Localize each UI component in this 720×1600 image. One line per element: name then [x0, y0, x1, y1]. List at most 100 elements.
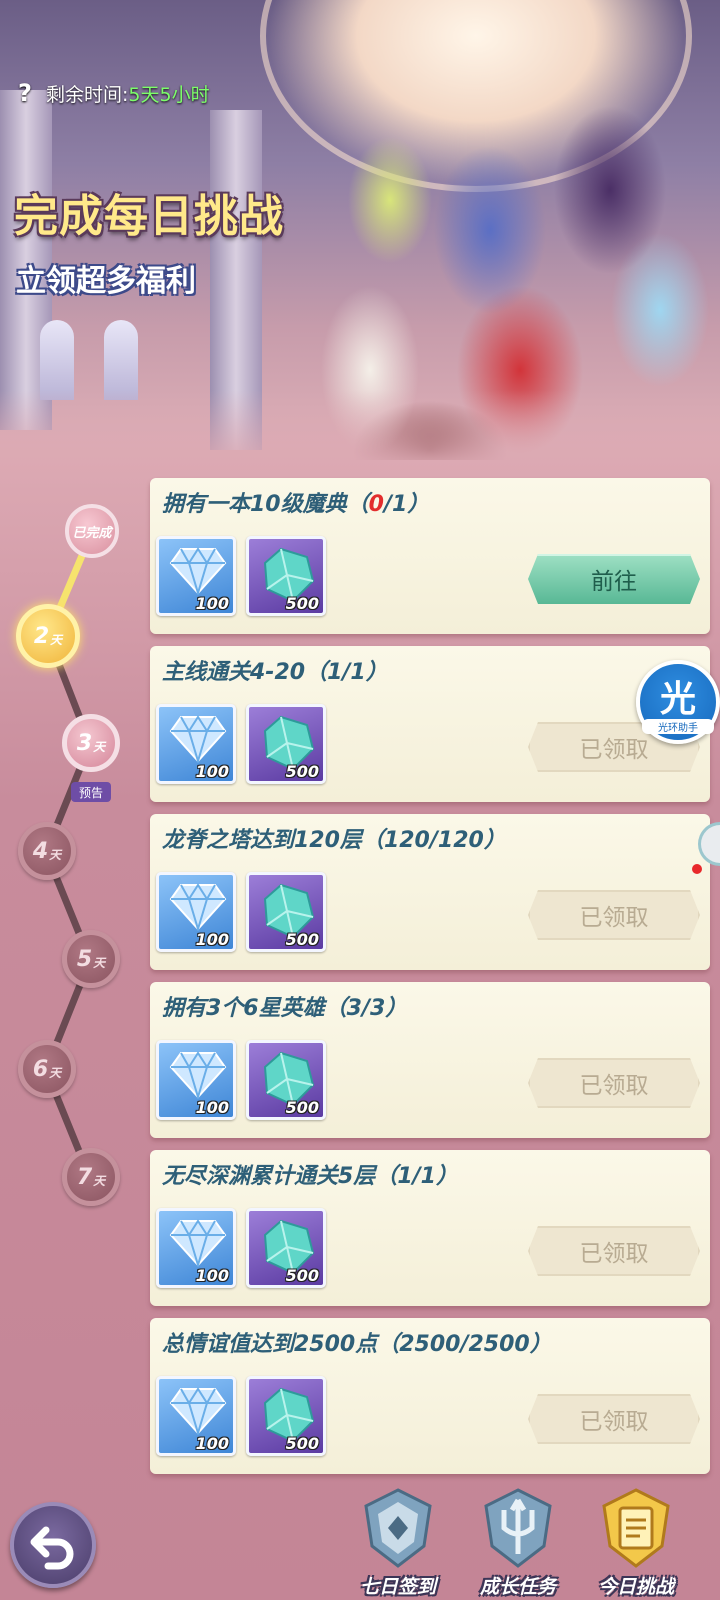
day-2-node[interactable]: 2天 [16, 604, 80, 668]
arched-window [40, 320, 74, 400]
banner-subtitle: 立领超多福利 [16, 264, 196, 299]
task-progress-total: /3） [361, 996, 408, 1021]
day-unit: 天 [50, 632, 63, 647]
crystal-reward[interactable]: 500 [246, 1040, 326, 1120]
diamond-reward[interactable]: 100 [156, 536, 236, 616]
crystal-reward[interactable]: 500 [246, 1208, 326, 1288]
halo-glyph: 光 [659, 679, 696, 720]
task-title: 总情谊值达到2500点（2500/2500） [162, 1326, 552, 1358]
task-progress-total: /120） [429, 828, 506, 853]
trident-emblem-icon [484, 1488, 552, 1568]
nav-label: 今日挑战 [597, 1576, 674, 1598]
crystal-reward[interactable]: 500 [246, 536, 326, 616]
reward-quantity: 100 [195, 1434, 229, 1453]
go-button[interactable]: 前往 [528, 554, 700, 604]
task-title: 龙脊之塔达到120层（120/120） [162, 822, 506, 854]
reward-quantity: 500 [285, 1266, 319, 1285]
reward-quantity: 500 [285, 594, 319, 613]
task-progress-current: 120 [383, 828, 430, 853]
task-title-text: 无尽深渊累计通关5层（ [162, 1164, 398, 1189]
task-title-text: 主线通关4-20（ [162, 660, 328, 685]
task-card: 龙脊之塔达到120层（120/120） 100 500 已领取 [150, 814, 710, 970]
day-number: 3 [76, 730, 93, 756]
task-progress-total: /1） [342, 660, 388, 685]
remaining-time-label: 剩余时间: [46, 83, 129, 106]
task-title-text: 拥有一本10级魔典（ [162, 492, 369, 517]
day-number: 7 [76, 1164, 93, 1190]
day-unit: 天 [49, 847, 62, 862]
banner-fade [0, 390, 720, 470]
reward-quantity: 500 [285, 762, 319, 781]
task-title: 主线通关4-20（1/1） [162, 654, 388, 686]
completed-label: 已完成 [72, 525, 112, 541]
task-progress-total: /1） [383, 492, 430, 517]
task-list: 拥有一本10级魔典（0/1） 100 500 前往 主线通关4-20（1/1） 100 50… [150, 478, 710, 1486]
reward-quantity: 100 [195, 1098, 229, 1117]
task-title-text: 总情谊值达到2500点（ [162, 1332, 400, 1357]
task-progress-current: 1 [397, 1164, 413, 1189]
reward-quantity: 100 [195, 1266, 229, 1285]
diamond-reward[interactable]: 100 [156, 704, 236, 784]
day-number: 2 [33, 623, 50, 649]
day-unit: 天 [93, 955, 106, 970]
diamond-reward[interactable]: 100 [156, 1208, 236, 1288]
banner-title: 完成每日挑战 [14, 191, 284, 242]
reward-quantity: 100 [195, 594, 229, 613]
nav-label: 成长任务 [479, 1576, 556, 1598]
day-5-node[interactable]: 5天 [62, 930, 120, 988]
reward-quantity: 500 [285, 930, 319, 949]
day-unit: 天 [93, 1173, 106, 1188]
help-icon[interactable]: ? [12, 79, 38, 107]
nav-seven-day-signin[interactable]: 七日签到 [342, 1488, 454, 1600]
crystal-reward[interactable]: 500 [246, 704, 326, 784]
task-title: 拥有一本10级魔典（0/1） [162, 486, 429, 518]
claimed-button[interactable]: 已领取 [528, 890, 700, 940]
halo-label: 光环助手 [642, 719, 714, 734]
task-card: 拥有一本10级魔典（0/1） 100 500 前往 [150, 478, 710, 634]
day-unit: 天 [49, 1065, 62, 1080]
day-1-completed-node[interactable]: 已完成 [65, 504, 119, 558]
day-number: 5 [76, 946, 93, 972]
day-3-node[interactable]: 3天 [62, 714, 120, 772]
task-progress-current: 1 [327, 660, 343, 685]
back-button[interactable] [10, 1502, 96, 1588]
reward-quantity: 100 [195, 762, 229, 781]
task-card: 总情谊值达到2500点（2500/2500） 100 500 已领取 [150, 1318, 710, 1474]
task-progress-total: /2500） [460, 1332, 552, 1357]
nav-growth-tasks[interactable]: 成长任务 [462, 1488, 574, 1600]
task-title: 无尽深渊累计通关5层（1/1） [162, 1158, 458, 1190]
scroll-emblem-icon [602, 1488, 670, 1568]
task-card: 主线通关4-20（1/1） 100 500 已领取 [150, 646, 710, 802]
claimed-button[interactable]: 已领取 [528, 1226, 700, 1276]
diamond-reward[interactable]: 100 [156, 1040, 236, 1120]
nav-label: 七日签到 [359, 1576, 436, 1598]
diamond-reward[interactable]: 100 [156, 872, 236, 952]
back-arrow-icon [30, 1526, 74, 1570]
task-progress-current: 3 [346, 996, 362, 1021]
claimed-button[interactable]: 已领取 [528, 1058, 700, 1108]
day-timeline: 已完成 2天 3天 预告 4天 5天 6天 7天 [0, 460, 150, 1480]
day-6-node[interactable]: 6天 [18, 1040, 76, 1098]
remaining-time: ? 剩余时间: 5天5小时 [12, 78, 210, 108]
reward-quantity: 500 [285, 1434, 319, 1453]
reward-quantity: 500 [285, 1098, 319, 1117]
crystal-reward[interactable]: 500 [246, 1376, 326, 1456]
event-banner: ? 剩余时间: 5天5小时 完成每日挑战 立领超多福利 [0, 0, 720, 470]
diamond-reward[interactable]: 100 [156, 1376, 236, 1456]
task-progress-current: 2500 [399, 1332, 461, 1357]
preview-tag: 预告 [71, 782, 111, 802]
crystal-reward[interactable]: 500 [246, 872, 326, 952]
day-4-node[interactable]: 4天 [18, 822, 76, 880]
notification-dot [692, 864, 702, 874]
day-7-node[interactable]: 7天 [62, 1148, 120, 1206]
nav-today-challenge[interactable]: 今日挑战 [580, 1488, 692, 1600]
reward-quantity: 100 [195, 930, 229, 949]
claimed-button[interactable]: 已领取 [528, 1394, 700, 1444]
arched-window [104, 320, 138, 400]
task-title-text: 龙脊之塔达到120层（ [162, 828, 384, 853]
day-number: 6 [32, 1056, 49, 1082]
halo-assistant-button[interactable]: 光 光环助手 [636, 660, 720, 744]
task-progress-total: /1） [412, 1164, 458, 1189]
task-card: 拥有3个6星英雄（3/3） 100 500 已领取 [150, 982, 710, 1138]
remaining-time-value: 5天5小时 [128, 83, 210, 106]
